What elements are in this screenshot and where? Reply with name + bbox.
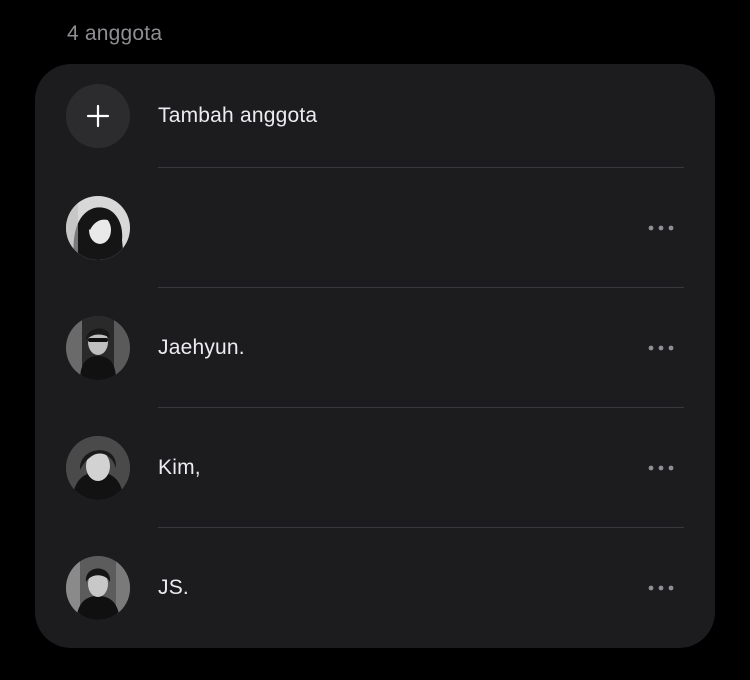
avatar-photo-icon bbox=[66, 316, 130, 380]
member-row[interactable]: JS. bbox=[35, 528, 715, 648]
member-name: Jaehyun. bbox=[158, 336, 245, 359]
plus-icon bbox=[86, 104, 110, 128]
members-card: Tambah anggota Jaehyun. Kim, JS. bbox=[35, 64, 715, 648]
more-options-button[interactable] bbox=[648, 408, 674, 528]
member-row[interactable]: Kim, bbox=[35, 408, 715, 528]
member-row[interactable]: Jaehyun. bbox=[35, 288, 715, 408]
more-options-button[interactable] bbox=[648, 168, 674, 288]
member-name: Kim, bbox=[158, 456, 201, 479]
avatar[interactable] bbox=[66, 436, 130, 500]
avatar-photo-icon bbox=[66, 196, 130, 260]
avatar[interactable] bbox=[66, 196, 130, 260]
add-member-label: Tambah anggota bbox=[158, 104, 318, 127]
member-row[interactable] bbox=[35, 168, 715, 288]
add-member-button[interactable] bbox=[66, 84, 130, 148]
add-member-row[interactable]: Tambah anggota bbox=[35, 64, 715, 168]
more-horizontal-icon bbox=[648, 345, 674, 351]
more-horizontal-icon bbox=[648, 225, 674, 231]
member-count-header: 4 anggota bbox=[67, 22, 163, 45]
more-horizontal-icon bbox=[648, 465, 674, 471]
group-members-screen: 4 anggota Tambah anggota Jaehyun. Kim, J… bbox=[0, 0, 750, 680]
avatar[interactable] bbox=[66, 556, 130, 620]
member-name: JS. bbox=[158, 576, 189, 599]
more-options-button[interactable] bbox=[648, 288, 674, 408]
avatar-photo-icon bbox=[66, 436, 130, 500]
more-horizontal-icon bbox=[648, 585, 674, 591]
more-options-button[interactable] bbox=[648, 528, 674, 648]
avatar-photo-icon bbox=[66, 556, 130, 620]
avatar[interactable] bbox=[66, 316, 130, 380]
